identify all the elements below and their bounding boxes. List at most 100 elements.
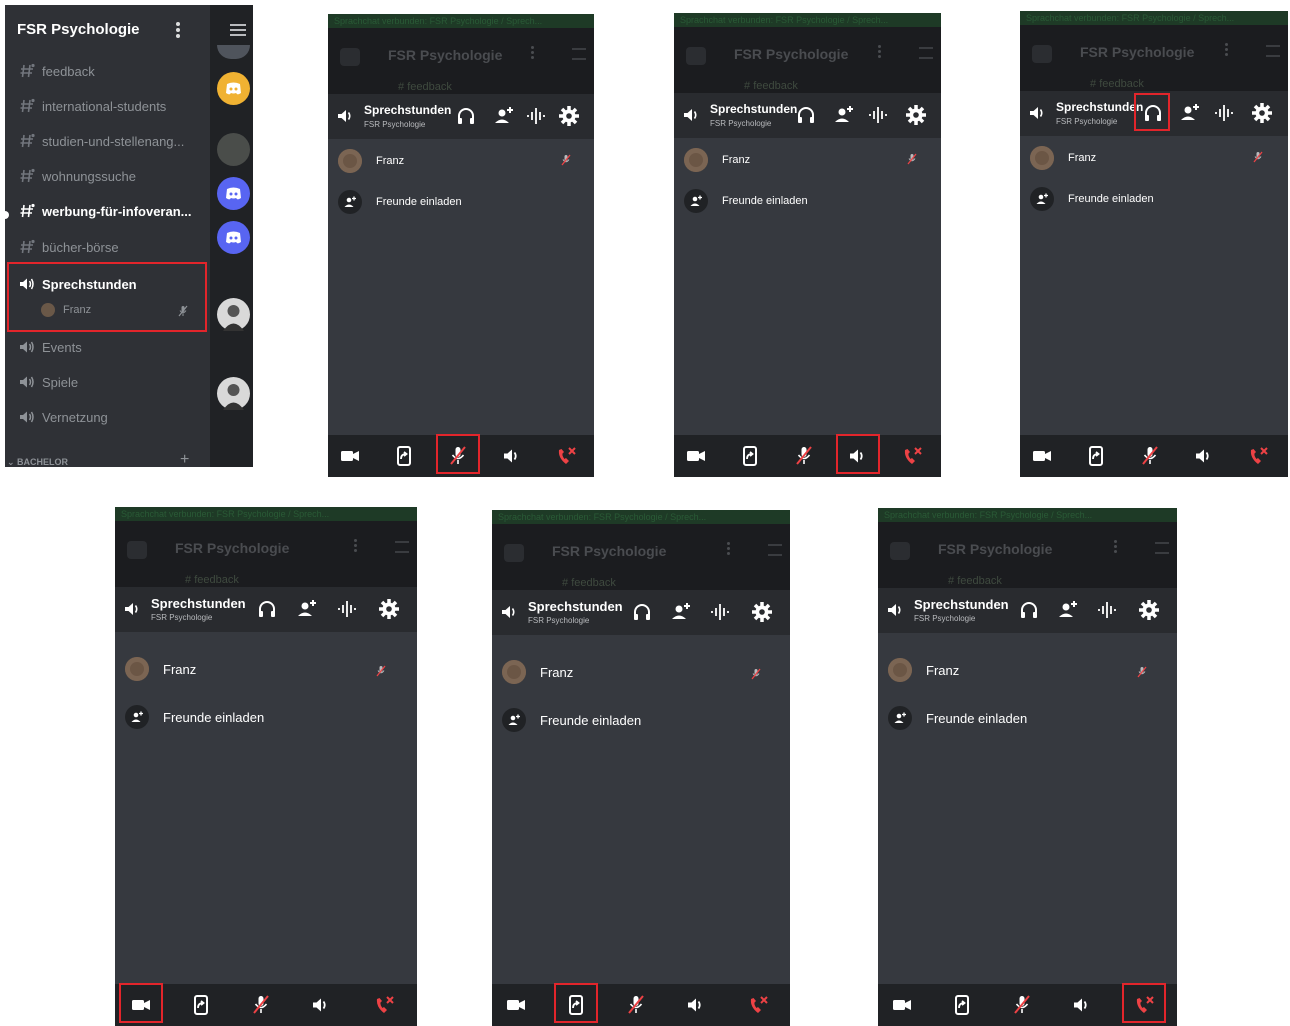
add-user-icon[interactable] — [832, 103, 856, 127]
channel-item-studien[interactable]: studien-und-stellenang... — [18, 129, 208, 153]
disconnect-icon[interactable] — [900, 444, 924, 468]
speaker-icon[interactable] — [309, 993, 333, 1017]
screen-share-icon[interactable] — [738, 444, 762, 468]
headphones-icon[interactable] — [630, 600, 654, 624]
invite-label: Freunde einladen — [1068, 193, 1154, 205]
server-icon-photo[interactable] — [217, 133, 250, 166]
speaker-icon[interactable] — [1192, 444, 1216, 468]
invite-friends-row[interactable]: Freunde einladen — [888, 706, 1027, 730]
call-controls — [674, 435, 941, 477]
channel-item-wohnungssuche[interactable]: wohnungssuche — [18, 164, 208, 188]
voice-user[interactable]: Franz — [41, 303, 91, 317]
video-icon[interactable] — [890, 993, 914, 1017]
headphones-icon[interactable] — [454, 104, 478, 128]
participant-row[interactable]: Franz — [338, 149, 404, 173]
disconnect-icon[interactable] — [746, 993, 770, 1017]
headphones-icon[interactable] — [255, 597, 279, 621]
server-icon-portrait[interactable] — [217, 298, 250, 331]
screen-share-icon[interactable] — [1084, 444, 1108, 468]
settings-icon[interactable] — [750, 600, 774, 624]
add-user-icon[interactable] — [295, 597, 319, 621]
microphone-muted-icon[interactable] — [624, 993, 648, 1017]
screen-share-icon[interactable] — [950, 993, 974, 1017]
server-icon-portrait[interactable] — [217, 377, 250, 410]
speaker-icon[interactable] — [1070, 993, 1094, 1017]
chat-icon — [127, 541, 147, 559]
voice-panel-2: Sprachchat verbunden: FSR Psychologie / … — [674, 13, 941, 477]
video-icon[interactable] — [1030, 444, 1054, 468]
voice-channel-spiele[interactable]: Spiele — [18, 370, 208, 394]
microphone-muted-icon[interactable] — [1138, 444, 1162, 468]
participant-row[interactable]: Franz — [125, 657, 196, 681]
screen-share-icon[interactable] — [189, 993, 213, 1017]
channel-item-international-students[interactable]: international-students — [18, 94, 208, 118]
participant-row[interactable]: Franz — [1030, 146, 1096, 170]
invite-friends-row[interactable]: Freunde einladen — [502, 708, 641, 732]
channel-title: Sprechstunden — [1056, 100, 1144, 114]
channel-item-buecher-boerse[interactable]: bücher-börse — [18, 235, 208, 259]
video-icon[interactable] — [338, 444, 362, 468]
voice-header: Sprechstunden FSR Psychologie — [878, 588, 1177, 633]
disconnect-icon[interactable] — [554, 444, 578, 468]
voice-activity-icon[interactable] — [524, 104, 548, 128]
channel-title: Sprechstunden — [528, 599, 623, 614]
settings-icon[interactable] — [377, 597, 401, 621]
hashtag-icon — [20, 168, 35, 183]
disconnect-icon[interactable] — [1246, 444, 1270, 468]
hamburger-menu-icon[interactable] — [229, 23, 247, 37]
add-user-icon[interactable] — [1056, 598, 1080, 622]
settings-icon[interactable] — [904, 103, 928, 127]
channel-subtitle: FSR Psychologie — [528, 616, 590, 625]
participant-row[interactable]: Franz — [888, 658, 959, 682]
settings-icon[interactable] — [1250, 101, 1274, 125]
server-title[interactable]: FSR Psychologie — [17, 21, 140, 38]
add-user-icon[interactable] — [1178, 101, 1202, 125]
microphone-muted-icon[interactable] — [1010, 993, 1034, 1017]
category-label[interactable]: ⌄ BACHELOR — [7, 457, 68, 467]
screen-share-icon[interactable] — [392, 444, 416, 468]
settings-icon[interactable] — [1137, 598, 1161, 622]
speaker-icon[interactable] — [684, 993, 708, 1017]
invite-friends-row[interactable]: Freunde einladen — [1030, 187, 1154, 211]
disconnect-icon[interactable] — [372, 993, 396, 1017]
avatar — [888, 658, 912, 682]
hashtag-icon — [20, 133, 35, 148]
channel-label: werbung-für-infoveran... — [42, 203, 192, 219]
server-icon-discord[interactable] — [217, 221, 250, 254]
headphones-icon[interactable] — [1017, 598, 1041, 622]
voice-activity-icon[interactable] — [335, 597, 359, 621]
voice-activity-icon[interactable] — [1095, 598, 1119, 622]
speaker-icon[interactable] — [500, 444, 524, 468]
invite-friends-row[interactable]: Freunde einladen — [338, 190, 462, 214]
voice-channel-vernetzung[interactable]: Vernetzung — [18, 405, 208, 429]
add-channel-icon[interactable]: + — [180, 452, 189, 468]
server-menu-icon[interactable] — [175, 22, 181, 38]
settings-icon[interactable] — [557, 104, 581, 128]
invite-friends-row[interactable]: Freunde einladen — [125, 705, 264, 729]
channel-item-feedback[interactable]: feedback — [18, 59, 208, 83]
video-icon[interactable] — [684, 444, 708, 468]
server-icon-discord[interactable] — [217, 177, 250, 210]
dimmed-channel: # feedback — [562, 577, 616, 589]
voice-channel-events[interactable]: Events — [18, 335, 208, 359]
voice-activity-icon[interactable] — [866, 103, 890, 127]
participant-name: Franz — [722, 154, 751, 166]
voice-channel-sprechstunden[interactable]: Sprechstunden — [18, 272, 208, 296]
add-user-icon[interactable] — [669, 600, 693, 624]
voice-activity-icon[interactable] — [1212, 101, 1236, 125]
video-icon[interactable] — [504, 993, 528, 1017]
microphone-muted-icon[interactable] — [249, 993, 273, 1017]
voice-panel-4: Sprachchat verbunden: FSR Psychologie / … — [115, 507, 417, 1026]
headphones-icon[interactable] — [794, 103, 818, 127]
server-icon-discord[interactable] — [217, 72, 250, 105]
avatar — [502, 660, 526, 684]
channel-subtitle: FSR Psychologie — [1056, 117, 1118, 126]
voice-activity-icon[interactable] — [708, 600, 732, 624]
microphone-muted-icon[interactable] — [792, 444, 816, 468]
channel-item-werbung[interactable]: werbung-für-infoveran... — [18, 199, 208, 223]
participant-row[interactable]: Franz — [502, 660, 573, 684]
participant-row[interactable]: Franz — [684, 148, 750, 172]
invite-friends-row[interactable]: Freunde einladen — [684, 189, 808, 213]
channel-sidebar: FSR Psychologie feedback international-s… — [5, 5, 210, 467]
add-user-icon[interactable] — [492, 104, 516, 128]
